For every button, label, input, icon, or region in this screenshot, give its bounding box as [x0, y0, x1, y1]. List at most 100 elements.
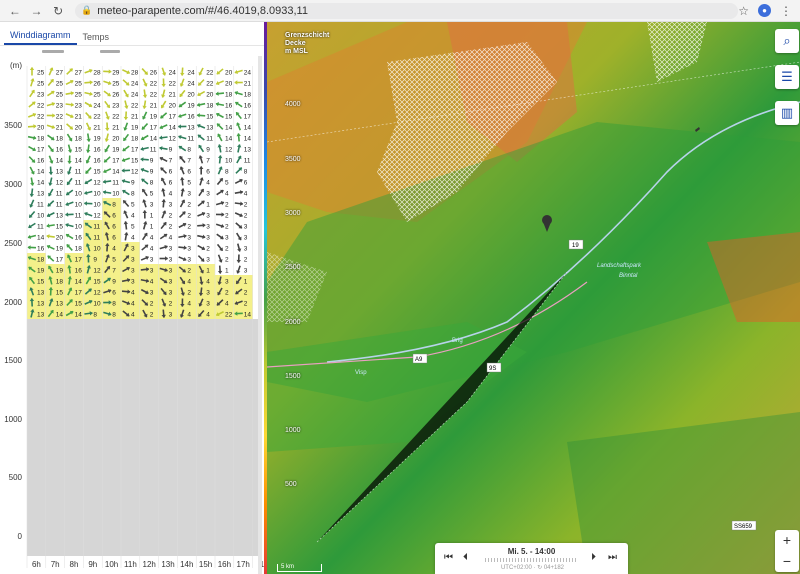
wind-speed-value: 8: [150, 180, 154, 187]
wind-speed-value: 22: [37, 103, 45, 110]
wind-arrow-icon: [142, 89, 148, 98]
wind-speed-value: 3: [150, 257, 154, 264]
wind-speed-value: 6: [206, 169, 210, 176]
wind-speed-value: 19: [187, 103, 195, 110]
altitude-label: 3500: [285, 156, 301, 163]
wind-speed-value: 4: [244, 191, 248, 198]
wind-arrow-icon: [161, 67, 167, 76]
wind-speed-value: 14: [75, 279, 83, 286]
wind-arrow-icon: [65, 189, 74, 196]
wind-speed-value: 15: [75, 301, 83, 308]
wind-arrow-icon: [180, 188, 185, 197]
wind-speed-value: 24: [131, 81, 139, 88]
menu-icon[interactable]: ⋮: [780, 4, 792, 18]
map-view[interactable]: Landschaftspark Binntal Brig Visp 19 A9 …: [267, 22, 800, 574]
hour-label: 8h: [70, 560, 79, 569]
wind-speed-value: 25: [75, 81, 83, 88]
back-icon[interactable]: ←: [8, 4, 22, 18]
wind-arrow-icon: [46, 234, 55, 239]
map-scale: 5 km: [277, 564, 322, 572]
wind-speed-value: 16: [75, 235, 83, 242]
wind-speed-value: 11: [93, 224, 100, 231]
zoom-out-button[interactable]: −: [775, 551, 799, 572]
wind-speed-value: 11: [75, 169, 82, 176]
wind-speed-value: 15: [75, 147, 83, 154]
tab-winddiagramm[interactable]: Winddiagramm: [4, 27, 77, 45]
wind-speed-value: 14: [75, 312, 83, 319]
settings-button[interactable]: ☰: [775, 65, 799, 89]
wind-arrow-icon: [103, 90, 111, 97]
chart-button[interactable]: ▥: [775, 101, 799, 125]
wind-arrow-icon: [179, 211, 186, 218]
diagram-scrollbar[interactable]: [258, 56, 262, 574]
wind-speed-value: 14: [112, 169, 120, 176]
wind-speed-value: 25: [37, 81, 45, 88]
avatar[interactable]: ●: [758, 4, 772, 17]
wind-speed-value: 3: [150, 202, 154, 209]
wind-speed-value: 14: [56, 158, 64, 165]
wind-arrow-icon: [197, 134, 205, 141]
zoom-in-button[interactable]: +: [775, 530, 799, 551]
wind-arrow-icon: [29, 89, 35, 98]
wind-arrow-icon: [66, 177, 73, 186]
wind-speed-value: 11: [56, 191, 63, 198]
wind-speed-value: 10: [93, 202, 101, 209]
wind-speed-value: 19: [93, 136, 101, 143]
wind-speed-value: 14: [56, 312, 64, 319]
wind-speed-value: 20: [169, 103, 177, 110]
scroll-indicator[interactable]: [42, 50, 64, 53]
wind-speed-value: 10: [225, 158, 233, 165]
wind-speed-value: 16: [37, 246, 45, 253]
wind-arrow-icon: [236, 144, 242, 153]
wind-speed-value: 24: [187, 81, 195, 88]
address-bar[interactable]: 🔒 meteo-parapente.com/#/46.4019,8.0933,1…: [74, 2, 739, 19]
wind-arrow-icon: [84, 68, 93, 74]
skip-start-icon[interactable]: ⏮: [444, 552, 453, 563]
scroll-indicator[interactable]: [100, 50, 120, 53]
wind-arrow-icon: [47, 78, 54, 87]
wind-speed-value: 2: [169, 224, 173, 231]
step-back-icon[interactable]: ⏴: [463, 552, 468, 563]
wind-arrow-icon: [122, 199, 130, 208]
wind-speed-value: 11: [187, 136, 194, 143]
wind-arrow-icon: [85, 155, 91, 164]
wind-arrow-icon: [102, 179, 112, 184]
skip-end-icon[interactable]: ⏭: [608, 552, 617, 563]
wind-speed-value: 24: [131, 92, 139, 99]
wind-arrow-icon: [236, 122, 242, 131]
step-forward-icon[interactable]: ⏵: [591, 552, 596, 563]
wind-arrow-icon: [28, 101, 36, 108]
wind-speed-value: 18: [206, 103, 214, 110]
wind-arrow-icon: [46, 101, 56, 107]
wind-arrow-icon: [197, 79, 205, 86]
wind-speed-value: 6: [169, 169, 173, 176]
wind-speed-value: 3: [131, 279, 135, 286]
wind-speed-value: 14: [37, 169, 45, 176]
wind-speed-value: 8: [225, 169, 229, 176]
wind-arrow-icon: [215, 200, 225, 206]
wind-speed-value: 3: [206, 235, 210, 242]
wind-speed-value: 16: [37, 158, 45, 165]
wind-arrow-icon: [48, 166, 54, 175]
wind-arrow-icon: [121, 168, 131, 173]
wind-arrow-icon: [236, 232, 242, 241]
wind-speed-value: 21: [131, 114, 139, 121]
wind-speed-value: 5: [150, 191, 154, 198]
wind-speed-value: 22: [150, 92, 158, 99]
wind-speed-value: 9: [169, 147, 173, 154]
wind-arrow-icon: [216, 177, 224, 186]
wind-speed-value: 20: [112, 136, 120, 143]
wind-speed-value: 18: [37, 257, 45, 264]
forward-icon[interactable]: →: [30, 4, 44, 18]
search-button[interactable]: ⌕: [775, 29, 799, 53]
wind-speed-value: 4: [206, 180, 210, 187]
wind-speed-value: 3: [206, 213, 210, 220]
wind-speed-value: 22: [112, 114, 120, 121]
reload-icon[interactable]: ↻: [51, 4, 65, 18]
time-slider[interactable]: [485, 558, 578, 562]
tab-temps[interactable]: Temps: [77, 29, 116, 45]
wind-speed-value: 19: [56, 268, 64, 275]
sliders-icon: ☰: [781, 69, 793, 84]
terrain-map[interactable]: Landschaftspark Binntal Brig Visp 19 A9 …: [267, 22, 800, 574]
star-icon[interactable]: ☆: [738, 4, 749, 18]
